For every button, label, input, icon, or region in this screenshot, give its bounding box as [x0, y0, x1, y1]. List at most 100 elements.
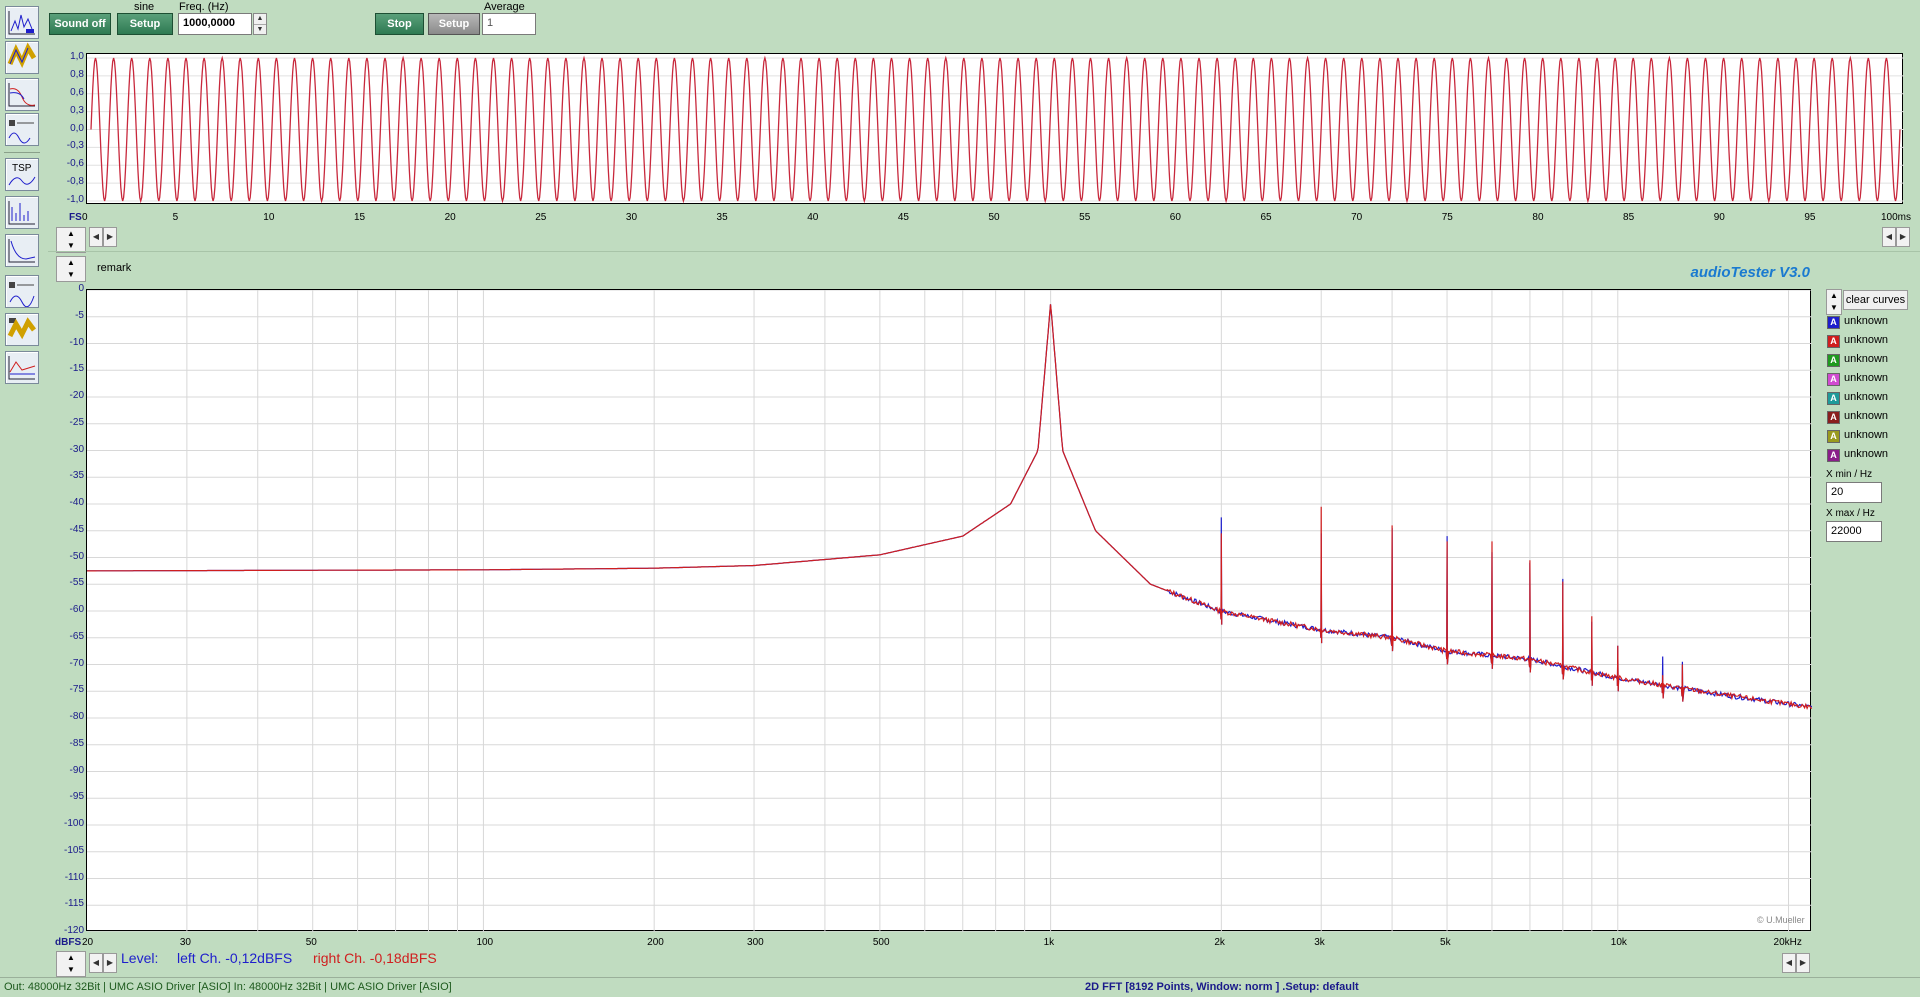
- remark-scroll[interactable]: ▲ ▼: [56, 256, 86, 282]
- curve-checkbox-icon[interactable]: A: [1827, 316, 1840, 329]
- audio-tester-window: TSP Sound off sine Setup Freq. (Hz) 1000…: [0, 0, 1920, 997]
- clear-curves-button[interactable]: clear curves: [1843, 290, 1908, 310]
- frequency-response-icon[interactable]: [5, 78, 39, 111]
- scope-y-scroll[interactable]: ▲ ▼: [56, 227, 86, 253]
- oscilloscope-icon[interactable]: [5, 6, 39, 39]
- legend-scroll[interactable]: ▲ ▼: [1826, 289, 1842, 315]
- spec-y-tick: -110: [64, 871, 84, 883]
- divider: [48, 251, 1920, 252]
- spin-down-icon[interactable]: ▼: [254, 24, 266, 34]
- spectrum-y-scroll[interactable]: ▲ ▼: [56, 951, 86, 977]
- legend-label: unknown: [1844, 410, 1889, 422]
- down-icon: ▼: [67, 270, 75, 279]
- scope-y-tick: 0,6: [70, 86, 84, 98]
- spectrum-scroll-right[interactable]: ▶: [103, 953, 117, 973]
- curve-checkbox-icon[interactable]: A: [1827, 449, 1840, 462]
- scope-y-tick: 0,3: [70, 104, 84, 116]
- spec-y-tick: -50: [69, 550, 84, 562]
- scope-x-tick: 85: [1623, 212, 1635, 223]
- curve-checkbox-icon[interactable]: A: [1827, 392, 1840, 405]
- spec-y-tick: -70: [69, 657, 84, 669]
- scope-scroll-left-end[interactable]: ◀: [1882, 227, 1896, 247]
- legend-label: unknown: [1844, 372, 1889, 384]
- curve-checkbox-icon[interactable]: A: [1827, 354, 1840, 367]
- spec-y-tick: -35: [69, 470, 84, 482]
- headphone-icon[interactable]: [5, 313, 39, 346]
- scope-y-tick: -0,3: [66, 140, 84, 152]
- frequency-spinner[interactable]: ▲ ▼: [253, 13, 267, 35]
- y-unit-label: dBFS: [55, 937, 82, 948]
- spec-x-tick: 200: [647, 937, 664, 948]
- curve-checkbox-icon[interactable]: A: [1827, 411, 1840, 424]
- recorder-icon[interactable]: [5, 41, 39, 74]
- spec-y-tick: -40: [69, 497, 84, 508]
- scope-x-tick: 35: [716, 212, 728, 223]
- remark-label: remark: [97, 262, 132, 274]
- spectrum-icon[interactable]: [5, 196, 39, 229]
- spec-x-tick: 500: [872, 937, 890, 948]
- curve-checkbox-icon[interactable]: A: [1827, 373, 1840, 386]
- scope-x-tick: 10: [263, 212, 275, 223]
- scope-x-tick: 55: [1079, 212, 1091, 223]
- spec-y-tick: -55: [69, 577, 84, 589]
- phase-icon[interactable]: [5, 351, 39, 384]
- average-input[interactable]: 1: [482, 13, 536, 35]
- spec-y-tick: -30: [69, 443, 84, 455]
- xmax-label: X max / Hz: [1826, 508, 1875, 519]
- legend-label: unknown: [1844, 353, 1889, 365]
- tsp-icon[interactable]: TSP: [5, 158, 39, 191]
- scope-waveform: [90, 55, 1901, 204]
- spec-y-tick: -20: [69, 390, 84, 401]
- legend-label: unknown: [1844, 429, 1889, 441]
- fs-label: FS: [69, 212, 82, 223]
- curve-checkbox-icon[interactable]: A: [1827, 430, 1840, 443]
- spec-x-tick: 5k: [1440, 937, 1451, 948]
- scope-y-tick: 0,0: [70, 122, 84, 134]
- curve-checkbox-icon[interactable]: A: [1827, 335, 1840, 348]
- scope-x-tick: 5: [172, 212, 179, 223]
- spec-y-tick: -10: [69, 336, 84, 348]
- spec-x-tick: 2k: [1214, 937, 1225, 948]
- spec-x-tick: 1k: [1043, 937, 1055, 948]
- spectrum-scroll-left[interactable]: ◀: [89, 953, 103, 973]
- up-icon: ▲: [1830, 291, 1838, 300]
- spec-x-tick: 3k: [1314, 937, 1325, 948]
- average-label: Average: [484, 1, 525, 13]
- speaker-impedance-icon[interactable]: [5, 113, 39, 146]
- scope-y-tick: 0,8: [70, 68, 84, 80]
- scope-x-tick: 75: [1441, 212, 1453, 223]
- scope-scroll-right[interactable]: ▶: [103, 227, 117, 247]
- spin-up-icon[interactable]: ▲: [254, 14, 266, 24]
- spec-x-tick: 100: [476, 937, 494, 948]
- spectrum-scroll-left-end[interactable]: ◀: [1782, 953, 1796, 973]
- legend-label: unknown: [1844, 391, 1889, 403]
- scope-y-tick: -0,6: [66, 158, 84, 170]
- sound-off-button[interactable]: Sound off: [49, 13, 111, 35]
- scope-x-tick: 90: [1713, 212, 1725, 223]
- spec-y-tick: -15: [69, 363, 84, 375]
- spec-y-tick: -100: [63, 818, 84, 829]
- spec-y-tick: -65: [69, 630, 84, 642]
- frequency-input[interactable]: 1000,0000: [178, 13, 252, 35]
- filter-curve-icon[interactable]: [5, 234, 39, 267]
- spec-x-tick: 300: [747, 937, 764, 948]
- scope-x-tick: 65: [1260, 212, 1272, 223]
- legend-label: unknown: [1844, 334, 1889, 346]
- copyright: © U.Mueller: [1757, 915, 1805, 925]
- scope-x-tick: 70: [1351, 212, 1363, 223]
- speaker-measure-icon[interactable]: [5, 275, 39, 308]
- scope-scroll-right-end[interactable]: ▶: [1896, 227, 1910, 247]
- xmin-input[interactable]: 20: [1826, 482, 1882, 503]
- spectrum-scroll-right-end[interactable]: ▶: [1796, 953, 1810, 973]
- spectrum-plot: © U.Mueller: [86, 289, 1812, 932]
- scope-scroll-left[interactable]: ◀: [89, 227, 103, 247]
- generator-setup-button[interactable]: Setup: [117, 13, 173, 35]
- spec-y-tick: -85: [69, 737, 84, 749]
- scope-y-tick: -0,8: [66, 176, 84, 188]
- xmax-input[interactable]: 22000: [1826, 521, 1882, 542]
- up-icon: ▲: [67, 229, 75, 238]
- stop-button[interactable]: Stop: [375, 13, 424, 35]
- analyzer-setup-button[interactable]: Setup: [428, 13, 480, 35]
- scope-x-tick: 45: [897, 212, 909, 223]
- spec-y-tick: -95: [69, 791, 84, 803]
